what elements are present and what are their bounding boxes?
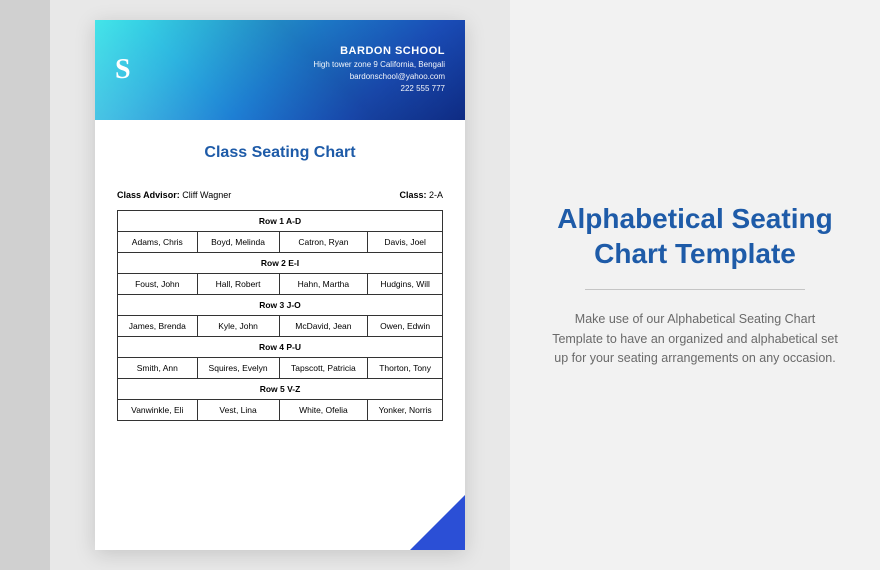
- school-info-block: BARDON SCHOOL High tower zone 9 Californ…: [313, 45, 445, 95]
- seating-chart-document: S BARDON SCHOOL High tower zone 9 Califo…: [95, 20, 465, 550]
- document-preview-area: S BARDON SCHOOL High tower zone 9 Califo…: [50, 0, 510, 570]
- left-gutter: [0, 0, 50, 570]
- seat-cell: Squires, Evelyn: [197, 358, 279, 379]
- document-header: S BARDON SCHOOL High tower zone 9 Califo…: [95, 20, 465, 120]
- class-meta-row: Class Advisor: Cliff Wagner Class: 2-A: [117, 190, 443, 200]
- seat-cell: Adams, Chris: [118, 232, 198, 253]
- class-field: Class: 2-A: [399, 190, 443, 200]
- seat-cell: Yonker, Norris: [368, 400, 443, 421]
- info-panel: Alphabetical Seating Chart Template Make…: [510, 0, 880, 570]
- seat-cell: Hahn, Martha: [279, 274, 368, 295]
- class-label: Class:: [399, 190, 426, 200]
- school-phone: 222 555 777: [313, 83, 445, 95]
- seat-cell: McDavid, Jean: [279, 316, 368, 337]
- seating-table: Row 1 A-DAdams, ChrisBoyd, MelindaCatron…: [117, 210, 443, 421]
- class-value: 2-A: [429, 190, 443, 200]
- panel-title: Alphabetical Seating Chart Template: [550, 201, 840, 271]
- school-name: BARDON SCHOOL: [313, 45, 445, 57]
- advisor-field: Class Advisor: Cliff Wagner: [117, 190, 231, 200]
- advisor-value: Cliff Wagner: [182, 190, 231, 200]
- seat-cell: Davis, Joel: [368, 232, 443, 253]
- document-body: Class Seating Chart Class Advisor: Cliff…: [95, 120, 465, 445]
- seat-cell: Smith, Ann: [118, 358, 198, 379]
- row-header: Row 2 E-I: [118, 253, 443, 274]
- seat-cell: Hudgins, Will: [368, 274, 443, 295]
- school-logo: S: [115, 54, 131, 86]
- seat-cell: Vanwinkle, Eli: [118, 400, 198, 421]
- seat-cell: Vest, Lina: [197, 400, 279, 421]
- seat-cell: White, Ofelia: [279, 400, 368, 421]
- seat-cell: Tapscott, Patricia: [279, 358, 368, 379]
- seat-cell: Boyd, Melinda: [197, 232, 279, 253]
- school-email: bardonschool@yahoo.com: [313, 71, 445, 83]
- corner-accent: [410, 495, 465, 550]
- seat-cell: Owen, Edwin: [368, 316, 443, 337]
- document-title: Class Seating Chart: [117, 144, 443, 162]
- row-header: Row 3 J-O: [118, 295, 443, 316]
- seat-cell: Thorton, Tony: [368, 358, 443, 379]
- panel-description: Make use of our Alphabetical Seating Cha…: [550, 310, 840, 368]
- seat-cell: James, Brenda: [118, 316, 198, 337]
- row-header: Row 5 V-Z: [118, 379, 443, 400]
- seat-cell: Catron, Ryan: [279, 232, 368, 253]
- seat-cell: Foust, John: [118, 274, 198, 295]
- seat-cell: Kyle, John: [197, 316, 279, 337]
- advisor-label: Class Advisor:: [117, 190, 180, 200]
- school-address: High tower zone 9 California, Bengali: [313, 59, 445, 71]
- panel-divider: [585, 289, 805, 290]
- row-header: Row 4 P-U: [118, 337, 443, 358]
- seat-cell: Hall, Robert: [197, 274, 279, 295]
- row-header: Row 1 A-D: [118, 211, 443, 232]
